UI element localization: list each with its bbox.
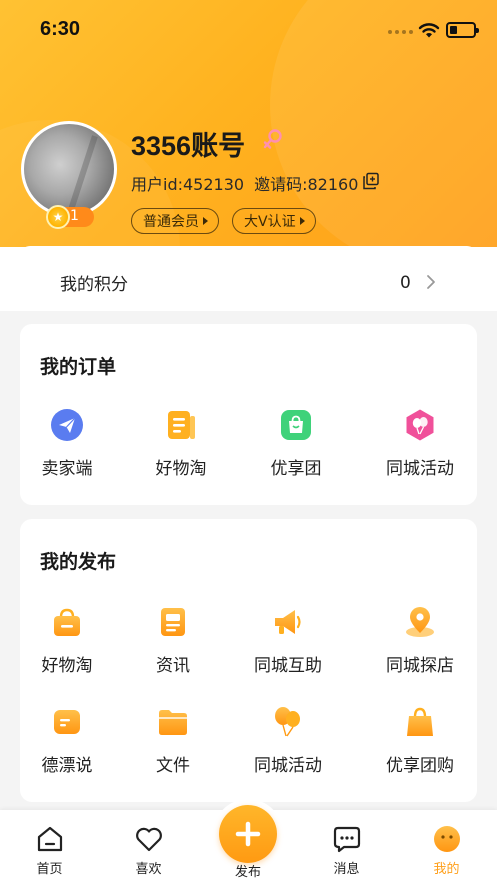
tab-label: 我的 <box>433 862 460 877</box>
publish-item-label: 优享团购 <box>386 756 454 776</box>
female-icon <box>263 129 282 149</box>
orders-title: 我的订单 <box>40 356 117 378</box>
document-icon <box>164 408 198 442</box>
publish-item-label: 德漂说 <box>41 756 93 776</box>
copy-icon[interactable] <box>362 172 380 190</box>
publish-item-label: 文件 <box>156 756 190 776</box>
home-icon <box>35 824 65 854</box>
caret-right-icon <box>203 217 208 225</box>
chevron-right-icon <box>427 275 435 289</box>
publish-item-files[interactable]: 文件 <box>116 705 230 776</box>
level-number: 1 <box>70 208 79 224</box>
publish-card: 我的发布 好物淘 资讯 同城互助 同城探店 德漂说 文件 同城活动 优享团购 <box>20 519 477 802</box>
basket-icon <box>50 605 84 639</box>
tab-messages[interactable]: 消息 <box>297 810 396 883</box>
orders-card: 我的订单 卖家端 好物淘 优享团 同城活动 <box>20 324 477 505</box>
publish-item-label: 同城探店 <box>386 656 454 676</box>
order-item-label: 优享团 <box>270 459 322 479</box>
verify-tag-label: 大V认证 <box>244 214 296 230</box>
shopping-bag-icon <box>403 705 437 739</box>
face-icon <box>432 824 462 854</box>
order-item-seller[interactable]: 卖家端 <box>10 408 124 479</box>
points-value: 0 <box>400 273 411 293</box>
publish-button[interactable] <box>219 805 277 863</box>
order-item-goods[interactable]: 好物淘 <box>124 408 238 479</box>
tab-likes[interactable]: 喜欢 <box>99 810 198 883</box>
verify-tag-button[interactable]: 大V认证 <box>232 208 316 234</box>
megaphone-icon <box>271 605 305 639</box>
status-time: 6:30 <box>40 18 81 40</box>
tab-home[interactable]: 首页 <box>0 810 99 883</box>
send-icon <box>50 408 84 442</box>
order-item-label: 卖家端 <box>41 459 93 479</box>
user-id-line: 用户id:452130 邀请码:82160 <box>131 171 358 195</box>
member-tag-button[interactable]: 普通会员 <box>131 208 219 234</box>
points-label: 我的积分 <box>60 275 128 295</box>
avatar[interactable] <box>21 121 117 217</box>
member-tag-label: 普通会员 <box>143 214 199 230</box>
news-icon <box>156 605 190 639</box>
publish-item-talk[interactable]: 德漂说 <box>10 705 124 776</box>
publish-item-groupbuy[interactable]: 优享团购 <box>363 705 477 776</box>
wifi-icon <box>418 23 440 38</box>
tab-label: 喜欢 <box>135 862 162 877</box>
publish-item-label: 好物淘 <box>41 656 93 676</box>
heart-icon <box>134 824 164 854</box>
user-id: 用户id:452130 <box>131 175 245 194</box>
balloon-icon <box>403 408 437 442</box>
location-pin-icon <box>403 605 437 639</box>
publish-item-goods[interactable]: 好物淘 <box>10 605 124 676</box>
tab-label: 消息 <box>333 862 360 877</box>
publish-item-label: 资讯 <box>156 656 190 676</box>
publish-item-label: 同城互助 <box>254 656 322 676</box>
publish-item-help[interactable]: 同城互助 <box>231 605 345 676</box>
publish-item-explore[interactable]: 同城探店 <box>363 605 477 676</box>
publish-item-label: 同城活动 <box>254 756 322 776</box>
publish-title: 我的发布 <box>40 551 117 573</box>
tab-publish-label: 发布 <box>234 865 261 880</box>
invite-code: 邀请码:82160 <box>254 175 359 194</box>
shopping-bag-icon <box>279 408 313 442</box>
order-item-events[interactable]: 同城活动 <box>363 408 477 479</box>
balloon-icon <box>271 705 305 739</box>
folder-icon <box>156 705 190 739</box>
message-icon <box>332 824 362 854</box>
plus-icon <box>235 821 261 847</box>
order-item-label: 同城活动 <box>386 459 454 479</box>
caret-right-icon <box>299 217 305 225</box>
publish-item-news[interactable]: 资讯 <box>116 605 230 676</box>
publish-item-events[interactable]: 同城活动 <box>231 705 345 776</box>
status-bar: 6:30 <box>0 0 497 60</box>
level-star-icon: ★ <box>46 205 70 229</box>
tab-mine[interactable]: 我的 <box>397 810 496 883</box>
tab-label: 首页 <box>36 862 63 877</box>
signal-icon <box>388 30 414 36</box>
username: 3356账号 <box>131 131 246 161</box>
order-item-group[interactable]: 优享团 <box>239 408 353 479</box>
battery-icon <box>446 22 479 38</box>
chat-bubble-icon <box>50 705 84 739</box>
order-item-label: 好物淘 <box>155 459 207 479</box>
